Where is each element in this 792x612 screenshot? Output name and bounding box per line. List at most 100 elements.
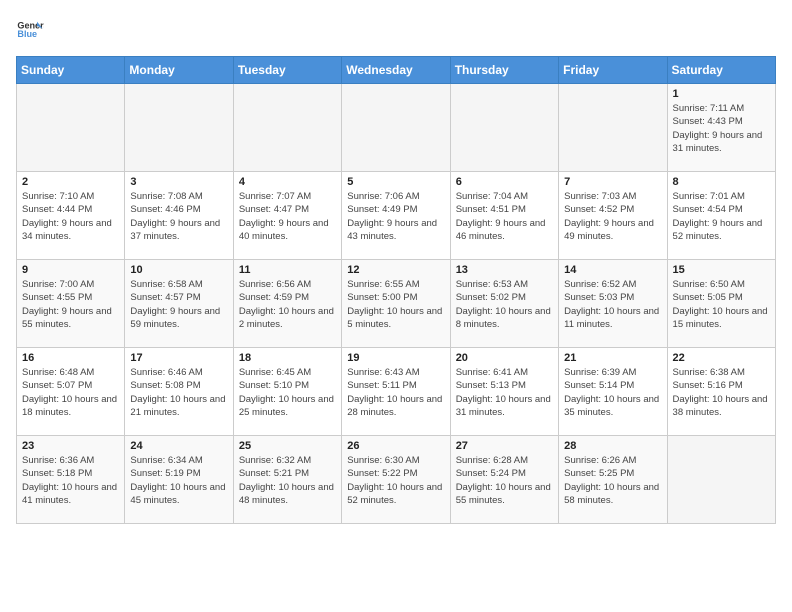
- day-cell: 4 Sunrise: 7:07 AM Sunset: 4:47 PM Daylig…: [233, 172, 341, 260]
- day-cell: 11Sunrise: 6:56 AM Sunset: 4:59 PM Dayli…: [233, 260, 341, 348]
- week-row-3: 9 Sunrise: 7:00 AM Sunset: 4:55 PM Daylig…: [17, 260, 776, 348]
- day-info: Sunrise: 6:38 AM Sunset: 5:16 PM Dayligh…: [673, 366, 770, 419]
- day-info: Sunrise: 6:41 AM Sunset: 5:13 PM Dayligh…: [456, 366, 553, 419]
- day-cell: 18 Sunrise: 6:45 AM Sunset: 5:10 PM Dayli…: [233, 348, 341, 436]
- day-number: 25: [239, 440, 336, 452]
- day-cell: 16Sunrise: 6:48 AM Sunset: 5:07 PM Dayli…: [17, 348, 125, 436]
- day-cell: 5Sunrise: 7:06 AM Sunset: 4:49 PM Daylig…: [342, 172, 450, 260]
- column-header-thursday: Thursday: [450, 57, 558, 84]
- day-info: Sunrise: 6:45 AM Sunset: 5:10 PM Dayligh…: [239, 366, 336, 419]
- day-cell: 23Sunrise: 6:36 AM Sunset: 5:18 PM Dayli…: [17, 436, 125, 524]
- day-number: 26: [347, 440, 444, 452]
- day-info: Sunrise: 7:03 AM Sunset: 4:52 PM Dayligh…: [564, 190, 661, 243]
- day-number: 2: [22, 176, 119, 188]
- page-header: General Blue: [16, 16, 776, 44]
- day-number: 12: [347, 264, 444, 276]
- day-cell: 24 Sunrise: 6:34 AM Sunset: 5:19 PM Dayli…: [125, 436, 233, 524]
- day-cell: 1 Sunrise: 7:11 AM Sunset: 4:43 PM Daylig…: [667, 84, 775, 172]
- week-row-5: 23Sunrise: 6:36 AM Sunset: 5:18 PM Dayli…: [17, 436, 776, 524]
- day-number: 13: [456, 264, 553, 276]
- day-info: Sunrise: 6:52 AM Sunset: 5:03 PM Dayligh…: [564, 278, 661, 331]
- day-number: 10: [130, 264, 227, 276]
- day-cell: 14 Sunrise: 6:52 AM Sunset: 5:03 PM Dayli…: [559, 260, 667, 348]
- calendar-table: SundayMondayTuesdayWednesdayThursdayFrid…: [16, 56, 776, 524]
- day-cell: [17, 84, 125, 172]
- day-info: Sunrise: 6:58 AM Sunset: 4:57 PM Dayligh…: [130, 278, 227, 331]
- day-number: 17: [130, 352, 227, 364]
- day-number: 4: [239, 176, 336, 188]
- day-info: Sunrise: 7:10 AM Sunset: 4:44 PM Dayligh…: [22, 190, 119, 243]
- day-number: 21: [564, 352, 661, 364]
- header-row: SundayMondayTuesdayWednesdayThursdayFrid…: [17, 57, 776, 84]
- day-cell: 27 Sunrise: 6:28 AM Sunset: 5:24 PM Dayli…: [450, 436, 558, 524]
- calendar-body: 1 Sunrise: 7:11 AM Sunset: 4:43 PM Daylig…: [17, 84, 776, 524]
- day-info: Sunrise: 6:39 AM Sunset: 5:14 PM Dayligh…: [564, 366, 661, 419]
- day-number: 14: [564, 264, 661, 276]
- day-cell: 20 Sunrise: 6:41 AM Sunset: 5:13 PM Dayli…: [450, 348, 558, 436]
- day-cell: 17 Sunrise: 6:46 AM Sunset: 5:08 PM Dayli…: [125, 348, 233, 436]
- day-number: 5: [347, 176, 444, 188]
- day-info: Sunrise: 6:43 AM Sunset: 5:11 PM Dayligh…: [347, 366, 444, 419]
- day-number: 22: [673, 352, 770, 364]
- day-info: Sunrise: 6:56 AM Sunset: 4:59 PM Dayligh…: [239, 278, 336, 331]
- day-number: 19: [347, 352, 444, 364]
- column-header-tuesday: Tuesday: [233, 57, 341, 84]
- day-cell: 8Sunrise: 7:01 AM Sunset: 4:54 PM Daylig…: [667, 172, 775, 260]
- day-info: Sunrise: 7:00 AM Sunset: 4:55 PM Dayligh…: [22, 278, 119, 331]
- column-header-monday: Monday: [125, 57, 233, 84]
- day-number: 7: [564, 176, 661, 188]
- day-cell: [233, 84, 341, 172]
- day-cell: [667, 436, 775, 524]
- day-cell: [450, 84, 558, 172]
- day-number: 1: [673, 88, 770, 100]
- day-info: Sunrise: 7:07 AM Sunset: 4:47 PM Dayligh…: [239, 190, 336, 243]
- day-info: Sunrise: 6:53 AM Sunset: 5:02 PM Dayligh…: [456, 278, 553, 331]
- day-number: 24: [130, 440, 227, 452]
- day-cell: 10 Sunrise: 6:58 AM Sunset: 4:57 PM Dayli…: [125, 260, 233, 348]
- day-number: 18: [239, 352, 336, 364]
- day-number: 20: [456, 352, 553, 364]
- logo-icon: General Blue: [16, 16, 44, 44]
- day-cell: 19 Sunrise: 6:43 AM Sunset: 5:11 PM Dayli…: [342, 348, 450, 436]
- day-cell: 25 Sunrise: 6:32 AM Sunset: 5:21 PM Dayli…: [233, 436, 341, 524]
- column-header-wednesday: Wednesday: [342, 57, 450, 84]
- day-cell: 13 Sunrise: 6:53 AM Sunset: 5:02 PM Dayli…: [450, 260, 558, 348]
- day-cell: 21 Sunrise: 6:39 AM Sunset: 5:14 PM Dayli…: [559, 348, 667, 436]
- day-info: Sunrise: 6:46 AM Sunset: 5:08 PM Dayligh…: [130, 366, 227, 419]
- day-info: Sunrise: 6:32 AM Sunset: 5:21 PM Dayligh…: [239, 454, 336, 507]
- day-cell: 9 Sunrise: 7:00 AM Sunset: 4:55 PM Daylig…: [17, 260, 125, 348]
- week-row-4: 16Sunrise: 6:48 AM Sunset: 5:07 PM Dayli…: [17, 348, 776, 436]
- day-info: Sunrise: 6:48 AM Sunset: 5:07 PM Dayligh…: [22, 366, 119, 419]
- day-cell: 26 Sunrise: 6:30 AM Sunset: 5:22 PM Dayli…: [342, 436, 450, 524]
- svg-text:Blue: Blue: [17, 29, 37, 39]
- week-row-1: 1 Sunrise: 7:11 AM Sunset: 4:43 PM Daylig…: [17, 84, 776, 172]
- day-info: Sunrise: 7:04 AM Sunset: 4:51 PM Dayligh…: [456, 190, 553, 243]
- column-header-sunday: Sunday: [17, 57, 125, 84]
- day-info: Sunrise: 6:26 AM Sunset: 5:25 PM Dayligh…: [564, 454, 661, 507]
- logo: General Blue: [16, 16, 44, 44]
- day-cell: 2 Sunrise: 7:10 AM Sunset: 4:44 PM Daylig…: [17, 172, 125, 260]
- day-cell: 3 Sunrise: 7:08 AM Sunset: 4:46 PM Daylig…: [125, 172, 233, 260]
- day-info: Sunrise: 7:11 AM Sunset: 4:43 PM Dayligh…: [673, 102, 770, 155]
- day-info: Sunrise: 6:30 AM Sunset: 5:22 PM Dayligh…: [347, 454, 444, 507]
- calendar-header: SundayMondayTuesdayWednesdayThursdayFrid…: [17, 57, 776, 84]
- day-cell: 6 Sunrise: 7:04 AM Sunset: 4:51 PM Daylig…: [450, 172, 558, 260]
- day-info: Sunrise: 6:50 AM Sunset: 5:05 PM Dayligh…: [673, 278, 770, 331]
- day-info: Sunrise: 6:55 AM Sunset: 5:00 PM Dayligh…: [347, 278, 444, 331]
- week-row-2: 2 Sunrise: 7:10 AM Sunset: 4:44 PM Daylig…: [17, 172, 776, 260]
- day-cell: 7 Sunrise: 7:03 AM Sunset: 4:52 PM Daylig…: [559, 172, 667, 260]
- day-cell: [125, 84, 233, 172]
- day-cell: [559, 84, 667, 172]
- day-number: 8: [673, 176, 770, 188]
- day-cell: 12 Sunrise: 6:55 AM Sunset: 5:00 PM Dayli…: [342, 260, 450, 348]
- day-cell: 15 Sunrise: 6:50 AM Sunset: 5:05 PM Dayli…: [667, 260, 775, 348]
- day-info: Sunrise: 6:36 AM Sunset: 5:18 PM Dayligh…: [22, 454, 119, 507]
- day-info: Sunrise: 6:34 AM Sunset: 5:19 PM Dayligh…: [130, 454, 227, 507]
- day-number: 3: [130, 176, 227, 188]
- day-number: 9: [22, 264, 119, 276]
- day-info: Sunrise: 7:08 AM Sunset: 4:46 PM Dayligh…: [130, 190, 227, 243]
- day-info: Sunrise: 6:28 AM Sunset: 5:24 PM Dayligh…: [456, 454, 553, 507]
- day-number: 27: [456, 440, 553, 452]
- day-number: 15: [673, 264, 770, 276]
- day-number: 6: [456, 176, 553, 188]
